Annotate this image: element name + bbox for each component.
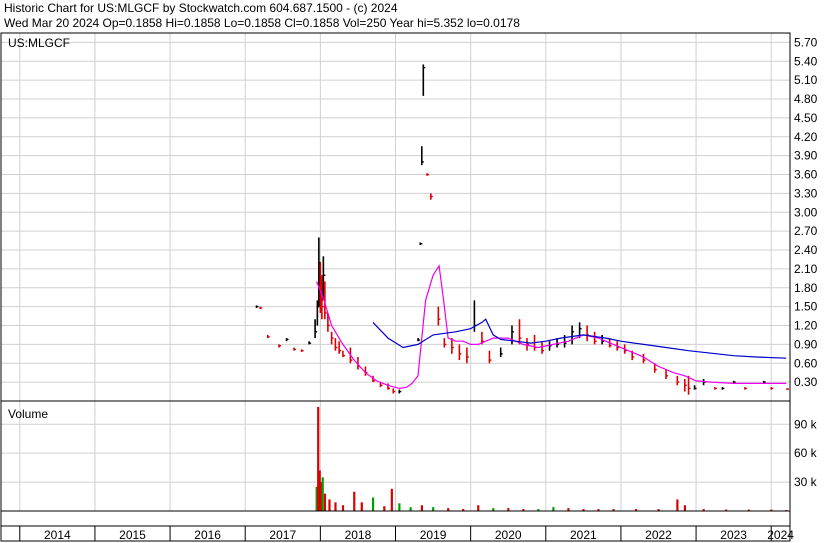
year-tick-label: 2023 (720, 528, 747, 542)
volume-bar (432, 507, 435, 511)
volume-bar (328, 499, 331, 511)
price-tick-label: 2.10 (794, 262, 818, 276)
volume-bar (341, 505, 345, 511)
year-tick-label: 2018 (345, 528, 372, 542)
year-tick-label: 2014 (44, 528, 71, 542)
volume-bar (676, 499, 679, 511)
price-tick-label: 1.20 (794, 319, 818, 333)
volume-bar (390, 488, 393, 511)
price-tick-label: 3.00 (794, 205, 818, 219)
stock-chart: Historic Chart for US:MLGCF by Stockwatc… (0, 0, 830, 543)
price-tick-label: 3.30 (794, 186, 818, 200)
volume-panel-label: Volume (8, 407, 48, 421)
price-tick-label: 1.80 (794, 281, 818, 295)
price-tick-label: 0.90 (794, 337, 818, 351)
volume-bar (360, 502, 363, 511)
price-tick-label: 5.40 (794, 54, 818, 68)
price-tick-label: 5.10 (794, 73, 818, 87)
year-tick-label: 2021 (570, 528, 597, 542)
year-tick-label: 2015 (119, 528, 146, 542)
year-tick-label: 2019 (420, 528, 447, 542)
price-tick-label: 2.40 (794, 243, 818, 257)
year-tick-label: 2022 (645, 528, 672, 542)
volume-bar (383, 506, 386, 511)
volume-bar (477, 505, 480, 511)
price-tick-label: 4.20 (794, 130, 818, 144)
volume-tick-label: 90 k (794, 417, 818, 431)
price-tick-label: 3.60 (794, 168, 818, 182)
price-tick-label: 4.80 (794, 92, 818, 106)
volume-tick-label: 30 k (794, 475, 818, 489)
volume-bar (683, 505, 686, 511)
chart-title: Historic Chart for US:MLGCF by Stockwatc… (4, 1, 398, 15)
year-tick-label: 2016 (194, 528, 221, 542)
volume-y-axis: 90 k 60 k 30 k (794, 417, 818, 489)
price-tick-label: 0.30 (794, 375, 818, 389)
volume-bar (334, 502, 337, 511)
price-tick-label: 5.70 (794, 35, 818, 49)
price-panel-label: US:MLGCF (8, 36, 70, 50)
volume-bar (398, 503, 401, 511)
volume-bar (371, 497, 375, 511)
volume-bar (552, 507, 555, 511)
year-tick-label: 2017 (269, 528, 296, 542)
price-tick-label: 2.70 (794, 224, 818, 238)
volume-bar (321, 477, 324, 511)
volume-bar (323, 493, 327, 511)
volume-bar (353, 491, 356, 511)
chart-background (0, 0, 830, 543)
price-tick-label: 0.60 (794, 356, 818, 370)
quote-summary: Wed Mar 20 2024 Op=0.1858 Hi=0.1858 Lo=0… (4, 16, 520, 30)
year-tick-label: 2020 (495, 528, 522, 542)
volume-tick-label: 60 k (794, 446, 818, 460)
volume-bar (409, 507, 412, 511)
year-tick-label: 2024 (767, 528, 794, 542)
volume-bar (420, 505, 423, 511)
price-tick-label: 3.90 (794, 149, 818, 163)
price-tick-label: 1.50 (794, 300, 818, 314)
price-tick-label: 4.50 (794, 111, 818, 125)
